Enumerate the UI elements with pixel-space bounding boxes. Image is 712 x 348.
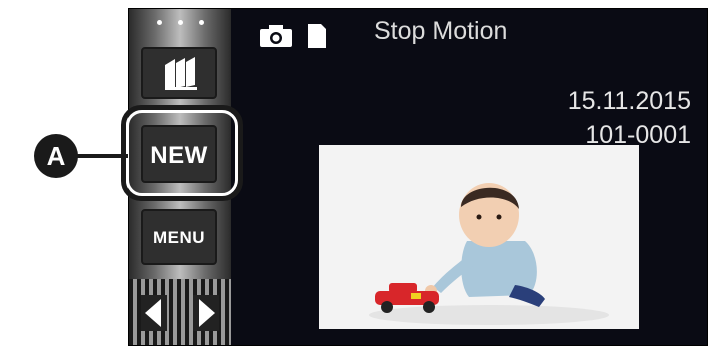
dot-icon (198, 19, 204, 25)
dot-icon (177, 19, 183, 25)
arrow-right-icon (199, 299, 215, 327)
callout-label-a: A (34, 134, 78, 178)
highlight-ring-inner (126, 110, 238, 196)
mode-button[interactable] (141, 47, 217, 99)
baby-with-toy-car-image (319, 145, 639, 329)
arrow-left-icon (145, 299, 161, 327)
recording-date: 15.11.2015 (567, 87, 691, 115)
sidebar-dots (129, 13, 231, 31)
status-icons (259, 23, 327, 49)
flip-book-icon (165, 57, 197, 90)
mode-title: Stop Motion (374, 17, 508, 45)
dot-icon (156, 19, 162, 25)
camera-icon (260, 25, 292, 47)
diagram-stage: NEW MENU Stop Motion 15.11.2015 101-0001… (0, 0, 712, 348)
nav-strip (129, 279, 231, 345)
menu-button[interactable]: MENU (141, 209, 217, 265)
arrow-right-button[interactable] (193, 295, 219, 331)
arrow-left-button[interactable] (141, 295, 167, 331)
card-icon (308, 24, 326, 48)
callout-line (76, 154, 128, 158)
menu-button-label: MENU (152, 228, 206, 247)
